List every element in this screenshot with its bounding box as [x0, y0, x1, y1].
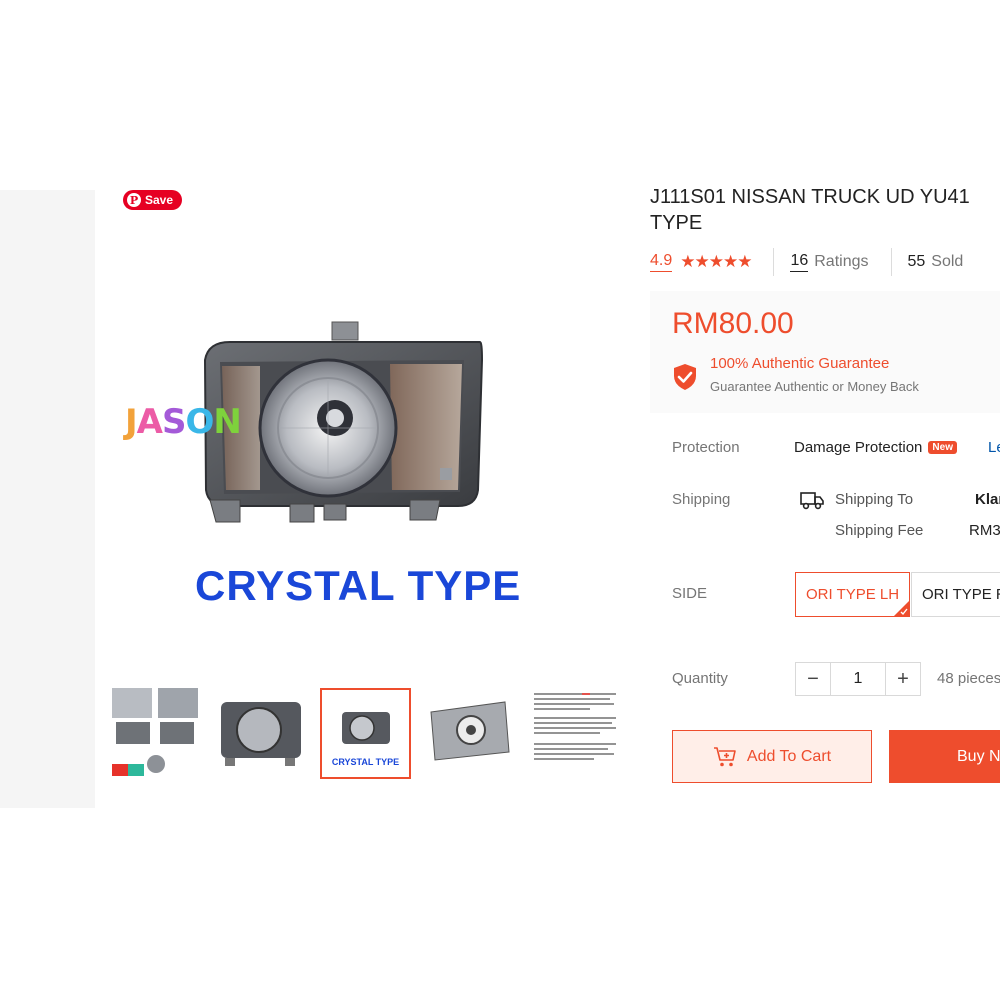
- variant-option-label: ORI TYPE R: [922, 586, 1000, 603]
- cart-icon: [713, 746, 736, 766]
- thumbnail-collage-image: [112, 688, 198, 776]
- product-title: J111S01 NISSAN TRUCK UD YU41 TYPE: [650, 186, 970, 234]
- add-to-cart-button[interactable]: Add To Cart: [672, 730, 872, 783]
- price-box: RM80.00 100% Authentic Guarantee Guarant…: [650, 291, 1000, 413]
- star-rating-icon: ★★★★★: [680, 252, 752, 271]
- add-to-cart-label: Add To Cart: [746, 747, 832, 765]
- quantity-increase-button[interactable]: +: [886, 663, 920, 695]
- thumbnail-2[interactable]: [215, 688, 306, 779]
- learn-more-link[interactable]: Le: [988, 439, 1000, 456]
- protection-value-text: Damage Protection: [794, 439, 923, 456]
- product-price: RM80.00: [672, 307, 794, 340]
- variant-option-rh[interactable]: ORI TYPE R: [911, 572, 1000, 617]
- watermark-letter: S: [161, 402, 186, 442]
- divider: [773, 248, 775, 276]
- thumbnail-headlamp-image: [221, 702, 301, 766]
- thumbnail-4[interactable]: [425, 688, 516, 779]
- rating-row: 4.9 ★★★★★ 16 Ratings 55 Sold: [650, 248, 964, 276]
- ratings-count[interactable]: 16: [790, 252, 809, 272]
- protection-value[interactable]: Damage Protection New: [794, 439, 957, 456]
- thumbnail-strip: CRYSTAL TYPE: [110, 688, 621, 779]
- thumbnail-1[interactable]: [110, 688, 201, 779]
- sold-label: Sold: [931, 253, 964, 270]
- sold-count: 55: [907, 253, 926, 270]
- shipping-label: Shipping: [672, 491, 731, 508]
- shipping-to-value[interactable]: Klan: [975, 491, 1000, 508]
- guarantee-title[interactable]: 100% Authentic Guarantee: [710, 355, 889, 372]
- quantity-input[interactable]: 1: [830, 663, 886, 695]
- protection-label: Protection: [672, 439, 740, 456]
- buy-now-button[interactable]: Buy No: [889, 730, 1000, 783]
- shipping-fee-value: RM3: [969, 522, 1000, 539]
- watermark-letter: A: [136, 402, 163, 442]
- thumbnail-rear-image: [430, 701, 510, 761]
- left-panel-background: [0, 190, 95, 808]
- pinterest-save-button[interactable]: P Save: [123, 190, 183, 210]
- thumbnail-5[interactable]: [530, 688, 621, 779]
- image-caption: CRYSTAL TYPE: [195, 562, 522, 609]
- selected-check-icon: [894, 601, 910, 616]
- pinterest-save-label: Save: [145, 193, 174, 207]
- quantity-label: Quantity: [672, 670, 728, 687]
- truck-icon: [800, 492, 824, 510]
- thumbnail-caption: CRYSTAL TYPE: [331, 757, 400, 767]
- product-page: P Save JASON CRYSTAL TYPE CRYSTAL TYPE J…: [0, 0, 1000, 1000]
- side-label: SIDE: [672, 585, 708, 602]
- new-badge: New: [928, 441, 957, 454]
- watermark-letter: N: [213, 402, 241, 442]
- shipping-fee-label: Shipping Fee: [835, 522, 924, 539]
- watermark-letter: J: [125, 402, 138, 442]
- buy-now-label: Buy No: [957, 747, 1000, 765]
- quantity-stepper: − 1 +: [795, 662, 921, 696]
- rating-score[interactable]: 4.9: [650, 252, 673, 272]
- shield-check-icon: [674, 364, 696, 390]
- variant-option-lh[interactable]: ORI TYPE LH: [795, 572, 911, 617]
- thumbnail-3-selected[interactable]: CRYSTAL TYPE: [320, 688, 411, 779]
- thumbnail-text-image: [534, 693, 616, 760]
- jason-watermark-logo: JASON: [125, 402, 242, 442]
- ratings-label: Ratings: [814, 253, 869, 270]
- watermark-letter: O: [185, 402, 214, 442]
- pinterest-icon: P: [127, 193, 141, 207]
- shipping-to-label: Shipping To: [835, 491, 914, 508]
- stock-available: 48 pieces: [937, 670, 1000, 687]
- quantity-decrease-button[interactable]: −: [796, 663, 830, 695]
- divider: [890, 248, 892, 276]
- variant-option-label: ORI TYPE LH: [806, 586, 900, 603]
- guarantee-subtitle: Guarantee Authentic or Money Back: [710, 379, 919, 394]
